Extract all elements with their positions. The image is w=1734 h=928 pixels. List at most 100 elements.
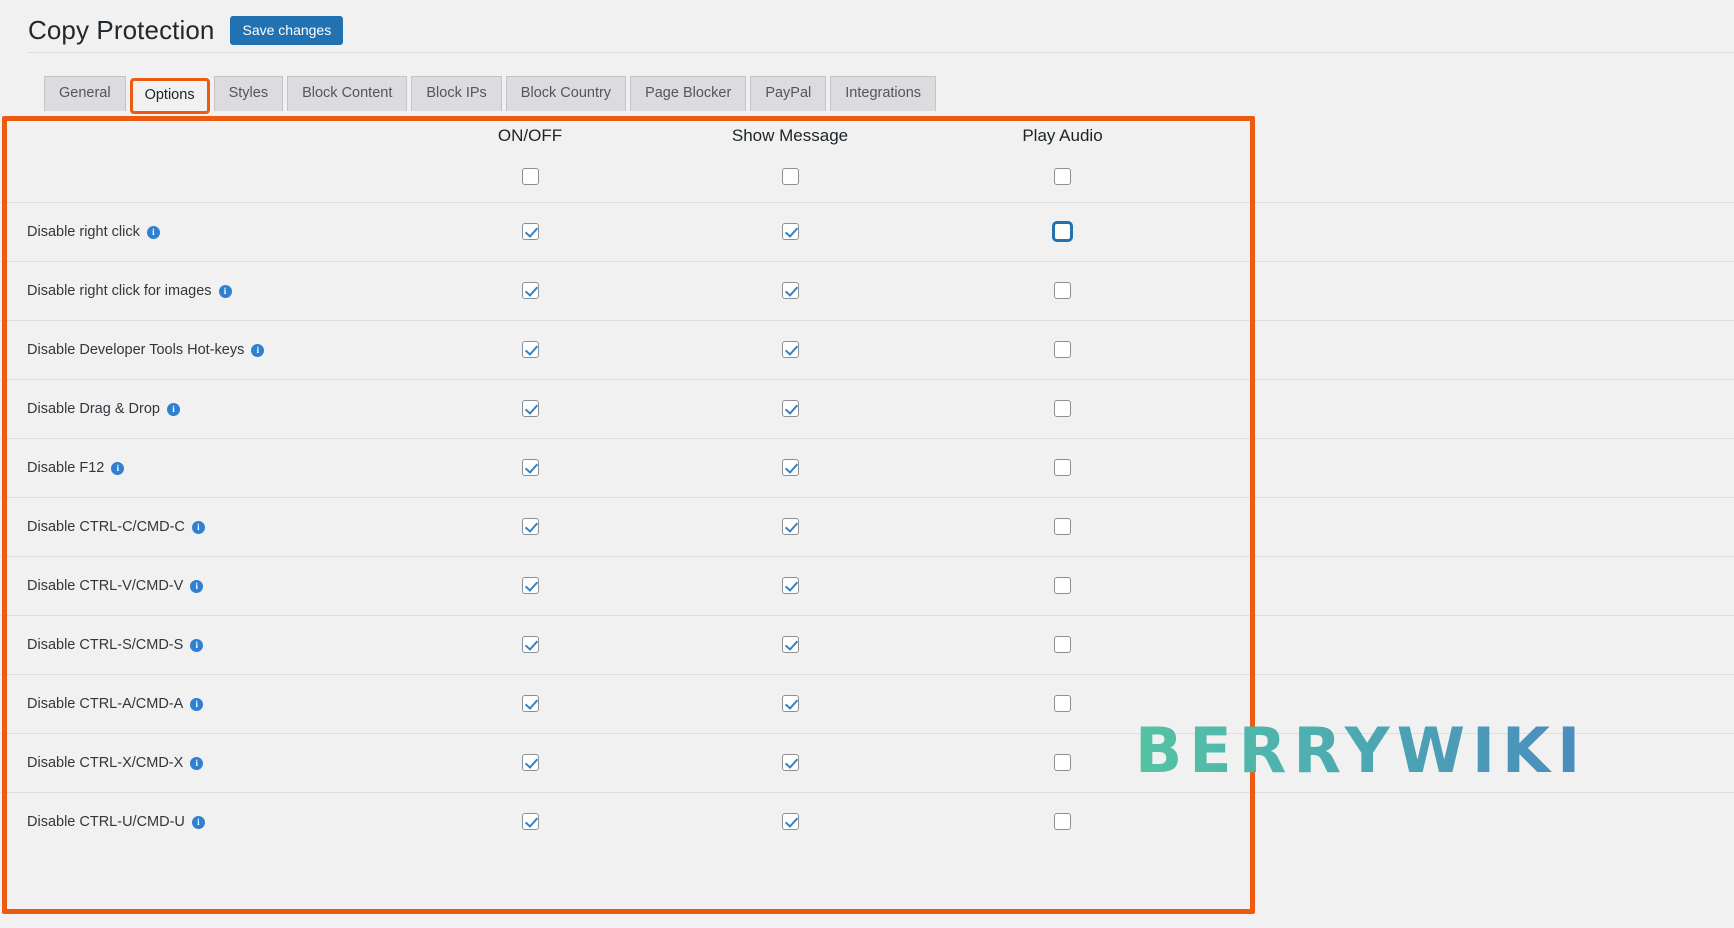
info-icon[interactable]: i bbox=[190, 757, 204, 770]
cell-play-audio-disable-ctrl-s-cmd-s bbox=[920, 614, 1205, 674]
tab-general[interactable]: General bbox=[44, 76, 126, 111]
page-title: Copy Protection bbox=[28, 15, 215, 45]
table-row: Disable CTRL-S/CMD-S i bbox=[0, 614, 1734, 674]
cell-master-onoff bbox=[400, 152, 660, 202]
cell-show-message-disable-ctrl-x-cmd-x bbox=[660, 732, 920, 792]
cell-play-audio-disable-right-click-for-images bbox=[920, 260, 1205, 320]
option-label: Disable CTRL-U/CMD-U bbox=[27, 813, 185, 830]
checkbox-onoff-disable-ctrl-a-cmd-a[interactable] bbox=[521, 694, 539, 712]
checkbox-show-message-disable-f12[interactable] bbox=[781, 458, 799, 476]
tab-styles[interactable]: Styles bbox=[213, 76, 284, 111]
tab-integrations[interactable]: Integrations bbox=[830, 76, 937, 111]
tab-paypal[interactable]: PayPal bbox=[750, 76, 827, 111]
table-row: Disable Developer Tools Hot-keys i bbox=[0, 319, 1734, 379]
tab-block-content[interactable]: Block Content bbox=[287, 76, 408, 111]
col-header-label bbox=[0, 118, 400, 152]
option-label-wrapper: Disable F12 i bbox=[27, 459, 125, 476]
checkbox-show-message-disable-drag-drop[interactable] bbox=[781, 399, 799, 417]
cell-show-message-disable-drag-drop bbox=[660, 378, 920, 438]
checkbox-show-message-disable-right-click-for-images[interactable] bbox=[781, 281, 799, 299]
info-icon[interactable]: i bbox=[191, 816, 205, 830]
cell-label-disable-drag-drop: Disable Drag & Drop i bbox=[0, 378, 400, 438]
checkbox-onoff-disable-right-click-for-images[interactable] bbox=[521, 281, 539, 299]
checkbox-show-message-disable-ctrl-x-cmd-x[interactable] bbox=[781, 753, 799, 771]
checkbox-show-message-disable-ctrl-c-cmd-c[interactable] bbox=[781, 517, 799, 535]
checkbox-play-audio-disable-ctrl-c-cmd-c[interactable] bbox=[1054, 517, 1071, 535]
tab-label: Block IPs bbox=[426, 85, 487, 101]
cell-filler bbox=[1205, 378, 1734, 438]
cell-master-show-message bbox=[660, 152, 920, 202]
checkbox-show-message-disable-ctrl-s-cmd-s[interactable] bbox=[781, 635, 799, 653]
cell-label-disable-ctrl-u-cmd-u: Disable CTRL-U/CMD-U i bbox=[0, 791, 400, 851]
cell-filler bbox=[1205, 201, 1734, 261]
option-label-wrapper: Disable right click for images i bbox=[27, 283, 232, 299]
checkbox-master-onoff[interactable] bbox=[521, 168, 539, 186]
info-icon[interactable]: i bbox=[190, 580, 204, 593]
checkbox-play-audio-disable-drag-drop[interactable] bbox=[1054, 399, 1071, 417]
checkbox-show-message-disable-ctrl-u-cmd-u[interactable] bbox=[781, 813, 799, 831]
info-icon[interactable]: i bbox=[190, 639, 204, 652]
checkbox-play-audio-disable-right-click-for-images[interactable] bbox=[1054, 281, 1071, 299]
checkbox-play-audio-disable-ctrl-a-cmd-a[interactable] bbox=[1054, 694, 1071, 712]
info-icon[interactable]: i bbox=[190, 698, 204, 711]
tab-block-ips[interactable]: Block IPs bbox=[411, 76, 502, 111]
checkbox-show-message-disable-ctrl-a-cmd-a[interactable] bbox=[781, 694, 799, 712]
checkbox-show-message-disable-ctrl-v-cmd-v[interactable] bbox=[781, 576, 799, 594]
checkbox-play-audio-disable-right-click[interactable] bbox=[1053, 222, 1072, 241]
cell-label-disable-ctrl-x-cmd-x: Disable CTRL-X/CMD-X i bbox=[0, 732, 400, 792]
cell-onoff-disable-ctrl-a-cmd-a bbox=[400, 673, 660, 733]
checkbox-onoff-disable-ctrl-v-cmd-v[interactable] bbox=[521, 576, 539, 594]
checkbox-onoff-disable-ctrl-x-cmd-x[interactable] bbox=[521, 753, 539, 771]
checkbox-play-audio-disable-ctrl-u-cmd-u[interactable] bbox=[1054, 813, 1071, 831]
checkbox-onoff-disable-drag-drop[interactable] bbox=[521, 399, 539, 417]
tab-block-country[interactable]: Block Country bbox=[505, 76, 627, 111]
cell-filler bbox=[1205, 496, 1734, 556]
checkbox-onoff-disable-ctrl-c-cmd-c[interactable] bbox=[521, 517, 539, 535]
tab-bar: General Options Styles Block Content Block I… bbox=[44, 76, 937, 114]
cell-label-disable-developer-tools-hot-keys: Disable Developer Tools Hot-keys i bbox=[0, 319, 400, 379]
option-label: Disable F12 bbox=[27, 459, 105, 476]
cell-show-message-disable-ctrl-v-cmd-v bbox=[660, 555, 920, 615]
info-icon[interactable]: i bbox=[251, 344, 265, 357]
cell-filler bbox=[1205, 791, 1734, 851]
checkbox-show-message-disable-right-click[interactable] bbox=[781, 222, 799, 240]
cell-label-disable-ctrl-c-cmd-c: Disable CTRL-C/CMD-C i bbox=[0, 496, 400, 556]
checkbox-master-show-message[interactable] bbox=[781, 168, 799, 186]
tab-options[interactable]: Options bbox=[129, 78, 210, 114]
save-changes-button[interactable]: Save changes bbox=[230, 15, 344, 45]
option-label-wrapper: Disable CTRL-C/CMD-C i bbox=[27, 519, 205, 535]
checkbox-play-audio-disable-developer-tools-hot-keys[interactable] bbox=[1054, 340, 1071, 358]
option-label-wrapper: Disable CTRL-A/CMD-A i bbox=[27, 695, 204, 712]
tab-page-blocker[interactable]: Page Blocker bbox=[630, 76, 747, 111]
info-icon[interactable]: i bbox=[146, 226, 160, 239]
option-label: Disable CTRL-X/CMD-X bbox=[27, 754, 184, 771]
cell-show-message-disable-ctrl-u-cmd-u bbox=[660, 791, 920, 851]
cell-filler bbox=[1205, 555, 1734, 615]
info-icon[interactable]: i bbox=[218, 285, 232, 298]
option-label: Disable CTRL-A/CMD-A bbox=[27, 695, 184, 712]
checkbox-play-audio-disable-f12[interactable] bbox=[1054, 458, 1071, 476]
cell-filler bbox=[1205, 614, 1734, 674]
checkbox-onoff-disable-ctrl-s-cmd-s[interactable] bbox=[521, 635, 539, 653]
checkbox-play-audio-disable-ctrl-v-cmd-v[interactable] bbox=[1054, 576, 1071, 594]
checkbox-onoff-disable-right-click[interactable] bbox=[521, 222, 539, 240]
checkbox-master-play-audio[interactable] bbox=[1054, 168, 1071, 186]
info-icon[interactable]: i bbox=[111, 462, 125, 475]
info-icon[interactable]: i bbox=[191, 521, 205, 534]
checkbox-onoff-disable-f12[interactable] bbox=[521, 458, 539, 476]
cell-label-disable-f12: Disable F12 i bbox=[0, 437, 400, 497]
info-icon[interactable]: i bbox=[166, 403, 180, 416]
checkbox-play-audio-disable-ctrl-x-cmd-x[interactable] bbox=[1054, 753, 1071, 771]
cell-onoff-disable-f12 bbox=[400, 437, 660, 497]
cell-onoff-disable-ctrl-s-cmd-s bbox=[400, 614, 660, 674]
checkbox-play-audio-disable-ctrl-s-cmd-s[interactable] bbox=[1054, 635, 1071, 653]
cell-filler bbox=[1205, 437, 1734, 497]
option-label-wrapper: Disable CTRL-S/CMD-S i bbox=[27, 637, 204, 653]
tab-label: Integrations bbox=[845, 85, 922, 101]
option-label: Disable right click for images bbox=[27, 282, 212, 299]
checkbox-onoff-disable-developer-tools-hot-keys[interactable] bbox=[521, 340, 539, 358]
option-label-wrapper: Disable Developer Tools Hot-keys i bbox=[27, 342, 265, 358]
checkbox-show-message-disable-developer-tools-hot-keys[interactable] bbox=[781, 340, 799, 358]
checkbox-onoff-disable-ctrl-u-cmd-u[interactable] bbox=[521, 813, 539, 831]
cell-label-disable-right-click-for-images: Disable right click for images i bbox=[0, 260, 400, 320]
